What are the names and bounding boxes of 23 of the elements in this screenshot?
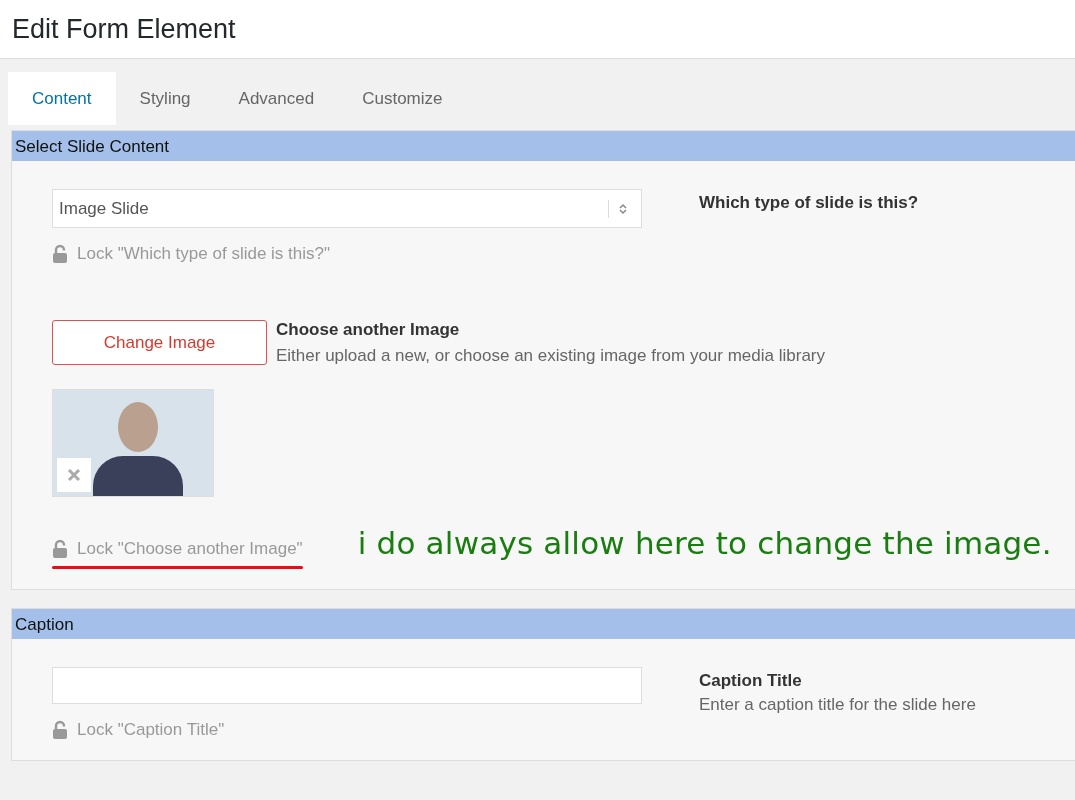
caption-title-input[interactable] xyxy=(52,667,642,704)
tab[interactable]: Customize xyxy=(338,72,467,125)
field-label: Caption Title xyxy=(699,671,803,691)
field-description: Either upload a new, or choose an existing image from your media library xyxy=(276,346,825,366)
section-header: Select Slide Content xyxy=(12,131,1075,161)
type-select[interactable]: Image Slide xyxy=(52,189,642,228)
field-label: Choose another Image xyxy=(276,320,461,340)
change-image-button[interactable]: Change Image xyxy=(52,320,267,365)
up-down-caret-icon xyxy=(619,202,627,215)
person-silhouette-icon xyxy=(93,402,183,496)
open-padlock-icon xyxy=(52,244,68,264)
field-label: Which type of slide is this? xyxy=(699,193,919,213)
tab[interactable]: Content xyxy=(8,72,116,125)
field-description: Enter a caption title for the slide here xyxy=(699,695,976,715)
open-padlock-icon xyxy=(52,720,68,740)
open-padlock-icon xyxy=(52,539,68,559)
window-title: Edit Form Element xyxy=(12,13,236,45)
tab[interactable]: Advanced xyxy=(214,72,339,125)
tab[interactable]: Styling xyxy=(115,72,215,125)
remove-image-button[interactable] xyxy=(57,458,91,492)
close-icon xyxy=(67,468,81,482)
section-header: Caption xyxy=(12,609,1075,639)
annotation-note: i do always allow here to change the image. xyxy=(357,525,1052,561)
